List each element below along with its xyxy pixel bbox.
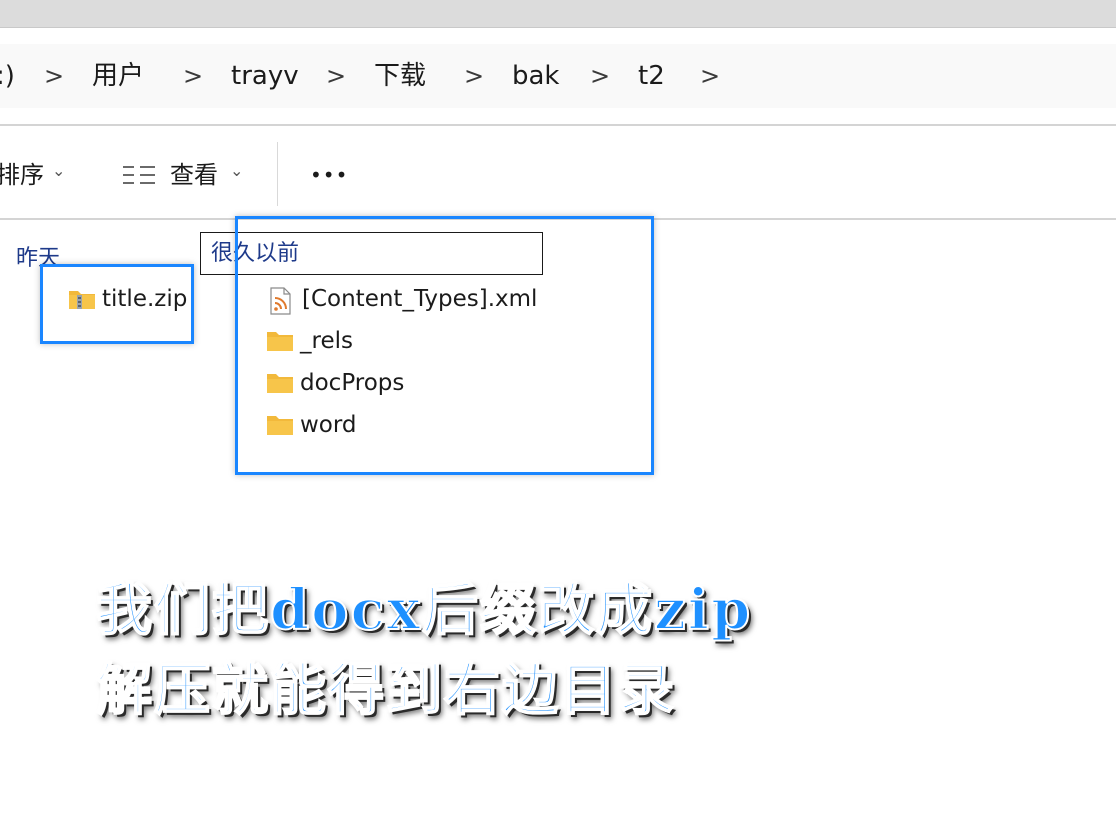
chevron-down-icon[interactable]: ⌄ (52, 136, 65, 206)
breadcrumb-item-bak[interactable]: bak (512, 44, 560, 108)
highlight-box-zip (40, 264, 194, 344)
breadcrumb-separator-icon[interactable]: > (44, 44, 64, 108)
command-toolbar: 排序 ⌄ 查看 ⌄ ••• (0, 140, 1116, 210)
breadcrumb-separator-icon[interactable]: > (326, 44, 346, 108)
breadcrumb-separator-icon[interactable]: > (464, 44, 484, 108)
more-options-button[interactable]: ••• (310, 140, 348, 210)
breadcrumb[interactable]: :) > 用户 > trayv > 下载 > bak > t2 > (0, 44, 1116, 108)
sort-button[interactable]: 排序 (0, 140, 44, 210)
highlight-box-extracted (235, 216, 654, 475)
breadcrumb-separator-icon[interactable]: > (700, 44, 720, 108)
view-list-icon[interactable] (122, 164, 156, 190)
toolbar-divider (277, 142, 278, 206)
breadcrumb-separator-icon[interactable]: > (183, 44, 203, 108)
breadcrumb-item-users[interactable]: 用户 (92, 44, 144, 108)
address-divider (0, 124, 1116, 126)
breadcrumb-item-downloads[interactable]: 下载 (374, 44, 426, 108)
top-divider (0, 27, 1116, 28)
chevron-down-icon[interactable]: ⌄ (230, 136, 243, 206)
breadcrumb-partial[interactable]: :) (0, 44, 15, 108)
breadcrumb-item-t2[interactable]: t2 (638, 44, 665, 108)
caption-line-2: 解压就能得到右边目录 (95, 656, 676, 724)
caption-line-1: 我们把docx后缀改成zip (95, 576, 753, 644)
window-top-strip (0, 0, 1116, 27)
breadcrumb-item-trayv[interactable]: trayv (231, 44, 299, 108)
breadcrumb-separator-icon[interactable]: > (590, 44, 610, 108)
view-button[interactable]: 查看 (170, 140, 218, 210)
